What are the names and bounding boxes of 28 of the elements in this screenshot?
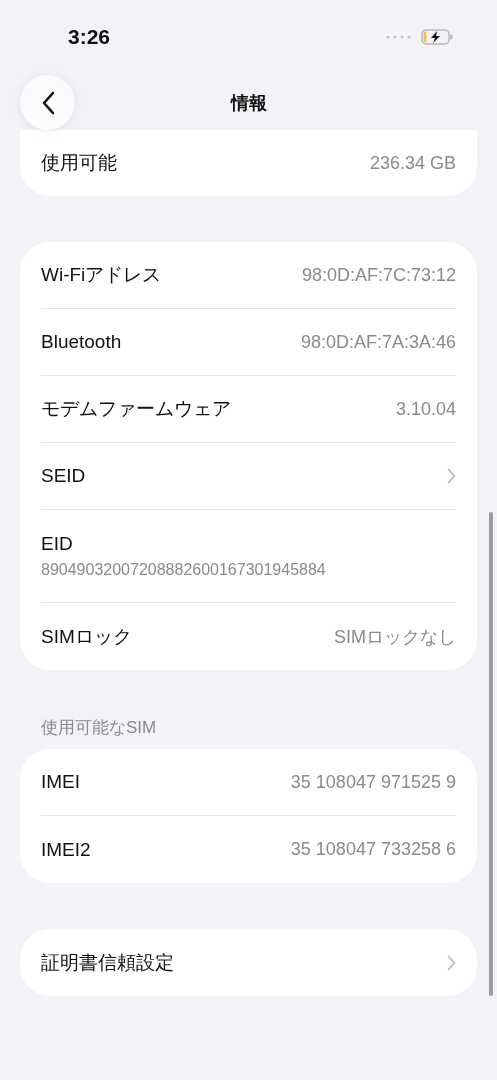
row-value: 236.34 GB <box>369 152 456 174</box>
section-header: 使用可能なSIM <box>40 717 158 739</box>
signal-icon <box>386 35 412 39</box>
chevron-right-icon <box>447 954 456 971</box>
row-value: 35 108047 971525 9 <box>290 771 456 793</box>
row-label: EID <box>41 533 73 555</box>
row-label: SEID <box>41 465 86 487</box>
row-label: 証明書信頼設定 <box>41 950 174 975</box>
row-label: IMEI2 <box>41 838 91 861</box>
row-label: SIMロック <box>41 624 132 649</box>
battery-charging-icon <box>421 29 453 45</box>
chevron-left-icon <box>40 90 55 115</box>
row-value: 3.10.04 <box>395 398 456 420</box>
row-label: Bluetooth <box>41 331 122 353</box>
row-value: 98:0D:AF:7C:73:12 <box>301 264 456 286</box>
row-label: IMEI <box>41 771 81 793</box>
chevron-right-icon <box>447 468 456 484</box>
settings-row[interactable]: 証明書信頼設定 <box>41 929 456 996</box>
status-time: 3:26 <box>68 25 111 49</box>
row-value: SIMロックなし <box>334 625 456 649</box>
page-title: 情報 <box>230 91 267 115</box>
row-value: 89049032007208882600167301945884 <box>41 561 326 579</box>
row-value: 98:0D:AF:7A:3A:46 <box>300 331 456 353</box>
row-value: 35 108047 733258 6 <box>290 839 456 860</box>
row-label: 使用可能 <box>41 151 117 175</box>
row-label: Wi-Fiアドレス <box>41 263 162 287</box>
row-label: モデムファームウェア <box>41 397 231 421</box>
settings-row[interactable]: SEID <box>41 443 456 510</box>
